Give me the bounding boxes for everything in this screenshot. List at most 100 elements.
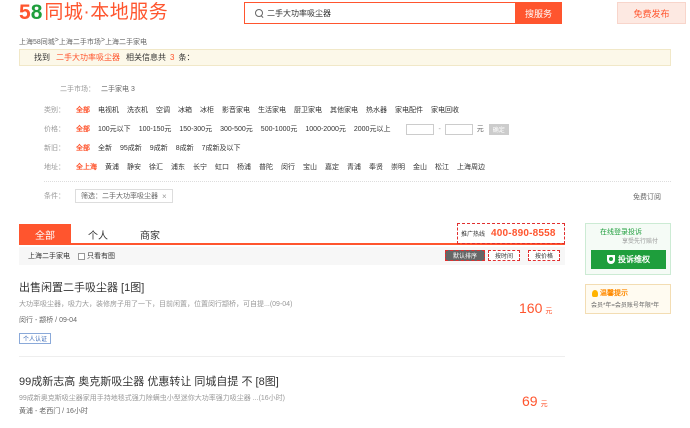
free-post-button[interactable]: 免费发布 <box>617 2 686 24</box>
condition-chip[interactable]: 筛选：二手大功率吸尘器 × <box>75 189 173 203</box>
filter-option[interactable]: 金山 <box>413 162 427 172</box>
found-count: 3 <box>170 53 175 62</box>
price-min-input[interactable] <box>406 123 435 135</box>
tab-all[interactable]: 全部 <box>19 224 71 244</box>
filter-option[interactable]: 150-300元 <box>179 124 212 134</box>
filter-option[interactable]: 2000元以上 <box>354 124 391 134</box>
sort-time-button[interactable]: 按时间 <box>488 250 520 261</box>
filter-option[interactable]: 普陀 <box>259 162 273 172</box>
market-value[interactable]: 二手家电 3 <box>101 86 135 93</box>
listing-location[interactable]: 闵行 - 颛桥 <box>19 317 53 324</box>
filter-option[interactable]: 100元以下 <box>98 124 131 134</box>
listing-price: 160 元 <box>519 300 552 316</box>
listing-separator <box>19 356 565 357</box>
filter-option[interactable]: 冰柜 <box>200 105 214 115</box>
listing-location[interactable]: 黄浦 - 老西门 <box>19 408 60 415</box>
has-image-checkbox[interactable] <box>78 252 85 260</box>
filter-option[interactable]: 长宁 <box>193 162 207 172</box>
filter-option[interactable]: 全部 <box>76 105 90 115</box>
filter-option[interactable]: 杨浦 <box>237 162 251 172</box>
sort-price-button[interactable]: 按价格 <box>528 250 560 261</box>
filter-option[interactable]: 静安 <box>127 162 141 172</box>
filter-option[interactable]: 8成新 <box>176 143 194 153</box>
filter-option[interactable]: 95成新 <box>120 143 142 153</box>
filter-option[interactable]: 9成新 <box>150 143 168 153</box>
filter-option[interactable]: 300-500元 <box>220 124 253 134</box>
filter-option[interactable]: 影音家电 <box>222 105 250 115</box>
filter-option[interactable]: 青浦 <box>347 162 361 172</box>
personal-verified-badge: 个人认证 <box>19 333 52 344</box>
listing-meta: 闵行 - 颛桥 / 09-04 <box>19 315 77 325</box>
filter-option[interactable]: 空调 <box>156 105 170 115</box>
filter-option[interactable]: 电视机 <box>98 105 119 115</box>
breadcrumb-home[interactable]: 上海58同城 <box>19 37 55 47</box>
tips-title-label: 温馨提示 <box>600 290 628 297</box>
filter-option[interactable]: 厨卫家电 <box>294 105 322 115</box>
price-max-input[interactable] <box>444 123 473 135</box>
found-keyword: 二手大功率吸尘器 <box>56 53 120 62</box>
filter-price: 价格： 全部 100元以下 100-150元 150-300元 300-500元… <box>44 123 509 135</box>
listing-title[interactable]: 出售闲置二手吸尘器 [1图] <box>19 279 144 295</box>
listing-description: 大功率吸尘器，吸力大，装修房子用了一下，目前闲置，位置闵行颛桥，可自提...(0… <box>19 301 293 308</box>
close-icon[interactable]: × <box>162 192 167 201</box>
bulb-icon <box>592 289 598 297</box>
search-button[interactable]: 搜服务 <box>515 2 562 24</box>
filter-option[interactable]: 家电配件 <box>395 105 423 115</box>
filter-option[interactable]: 徐汇 <box>149 162 163 172</box>
filter-option[interactable]: 上海周边 <box>457 162 485 172</box>
filter-option[interactable]: 冰箱 <box>178 105 192 115</box>
filter-option[interactable]: 全部 <box>76 124 90 134</box>
filter-area: 地址： 全上海 黄浦 静安 徐汇 浦东 长宁 虹口 杨浦 普陀 闵行 宝山 嘉定… <box>44 161 493 173</box>
subbar-category[interactable]: 上海二手家电 <box>28 251 70 261</box>
filter-option[interactable]: 宝山 <box>303 162 317 172</box>
filter-option[interactable]: 全上海 <box>76 162 97 172</box>
filter-option[interactable]: 家电回收 <box>431 105 459 115</box>
filter-option[interactable]: 虹口 <box>215 162 229 172</box>
conditions-row: 条件： 筛选：二手大功率吸尘器 × <box>44 189 173 203</box>
tips-text: 会员*年=会员账号年限*年 <box>591 303 660 309</box>
filter-option[interactable]: 热水器 <box>366 105 387 115</box>
filter-option[interactable]: 洗衣机 <box>127 105 148 115</box>
divider <box>44 181 671 182</box>
price-unit: 元 <box>540 401 548 408</box>
tab-personal[interactable]: 个人 <box>88 224 108 244</box>
hotline-number: 400-890-8558 <box>491 228 556 239</box>
sort-default-button[interactable]: 默认排序 <box>445 250 485 261</box>
filter-option[interactable]: 500-1000元 <box>261 124 298 134</box>
found-prefix: 找到 <box>34 53 50 62</box>
has-image-label[interactable]: 只看有图 <box>87 251 115 261</box>
filter-label: 新旧： <box>44 145 65 152</box>
logo-text: 同城·本地服务 <box>44 2 169 23</box>
filter-option[interactable]: 浦东 <box>171 162 185 172</box>
listing-title[interactable]: 99成新志高 奥克斯吸尘器 优惠转让 同城自提 不 [8图] <box>19 373 279 389</box>
filter-option[interactable]: 黄浦 <box>105 162 119 172</box>
filter-option[interactable]: 崇明 <box>391 162 405 172</box>
filter-option[interactable]: 生活家电 <box>258 105 286 115</box>
filter-option[interactable]: 1000-2000元 <box>305 124 345 134</box>
filter-option[interactable]: 闵行 <box>281 162 295 172</box>
condition-chip-label: 筛选：二手大功率吸尘器 <box>81 193 158 200</box>
price-value: 69 <box>522 393 538 409</box>
subscribe-link[interactable]: 免费订阅 <box>633 192 661 202</box>
breadcrumb-category[interactable]: 上海二手家电 <box>105 37 147 47</box>
breadcrumb: 上海58同城 > 上海二手市场 > 上海二手家电 <box>19 37 147 47</box>
search-input[interactable] <box>267 8 507 18</box>
filter-option[interactable]: 全部 <box>76 143 90 153</box>
breadcrumb-market[interactable]: 上海二手市场 <box>59 37 101 47</box>
filter-option[interactable]: 100-150元 <box>139 124 172 134</box>
filter-option[interactable]: 其他家电 <box>330 105 358 115</box>
filter-label: 价格： <box>44 126 65 133</box>
complaint-button[interactable]: 投诉维权 <box>591 250 666 269</box>
filter-label: 类别： <box>44 107 65 114</box>
filter-option[interactable]: 松江 <box>435 162 449 172</box>
found-middle: 相关信息共 <box>126 53 166 62</box>
price-value: 160 <box>519 300 543 316</box>
tab-merchant[interactable]: 商家 <box>140 224 160 244</box>
tips-panel: 温馨提示 会员*年=会员账号年限*年 <box>585 284 671 314</box>
site-logo[interactable]: 58 同城·本地服务 <box>19 2 169 23</box>
filter-option[interactable]: 奉贤 <box>369 162 383 172</box>
filter-option[interactable]: 7成新及以下 <box>202 143 241 153</box>
price-confirm-button[interactable]: 确定 <box>488 123 509 135</box>
filter-option[interactable]: 全新 <box>98 143 112 153</box>
filter-option[interactable]: 嘉定 <box>325 162 339 172</box>
